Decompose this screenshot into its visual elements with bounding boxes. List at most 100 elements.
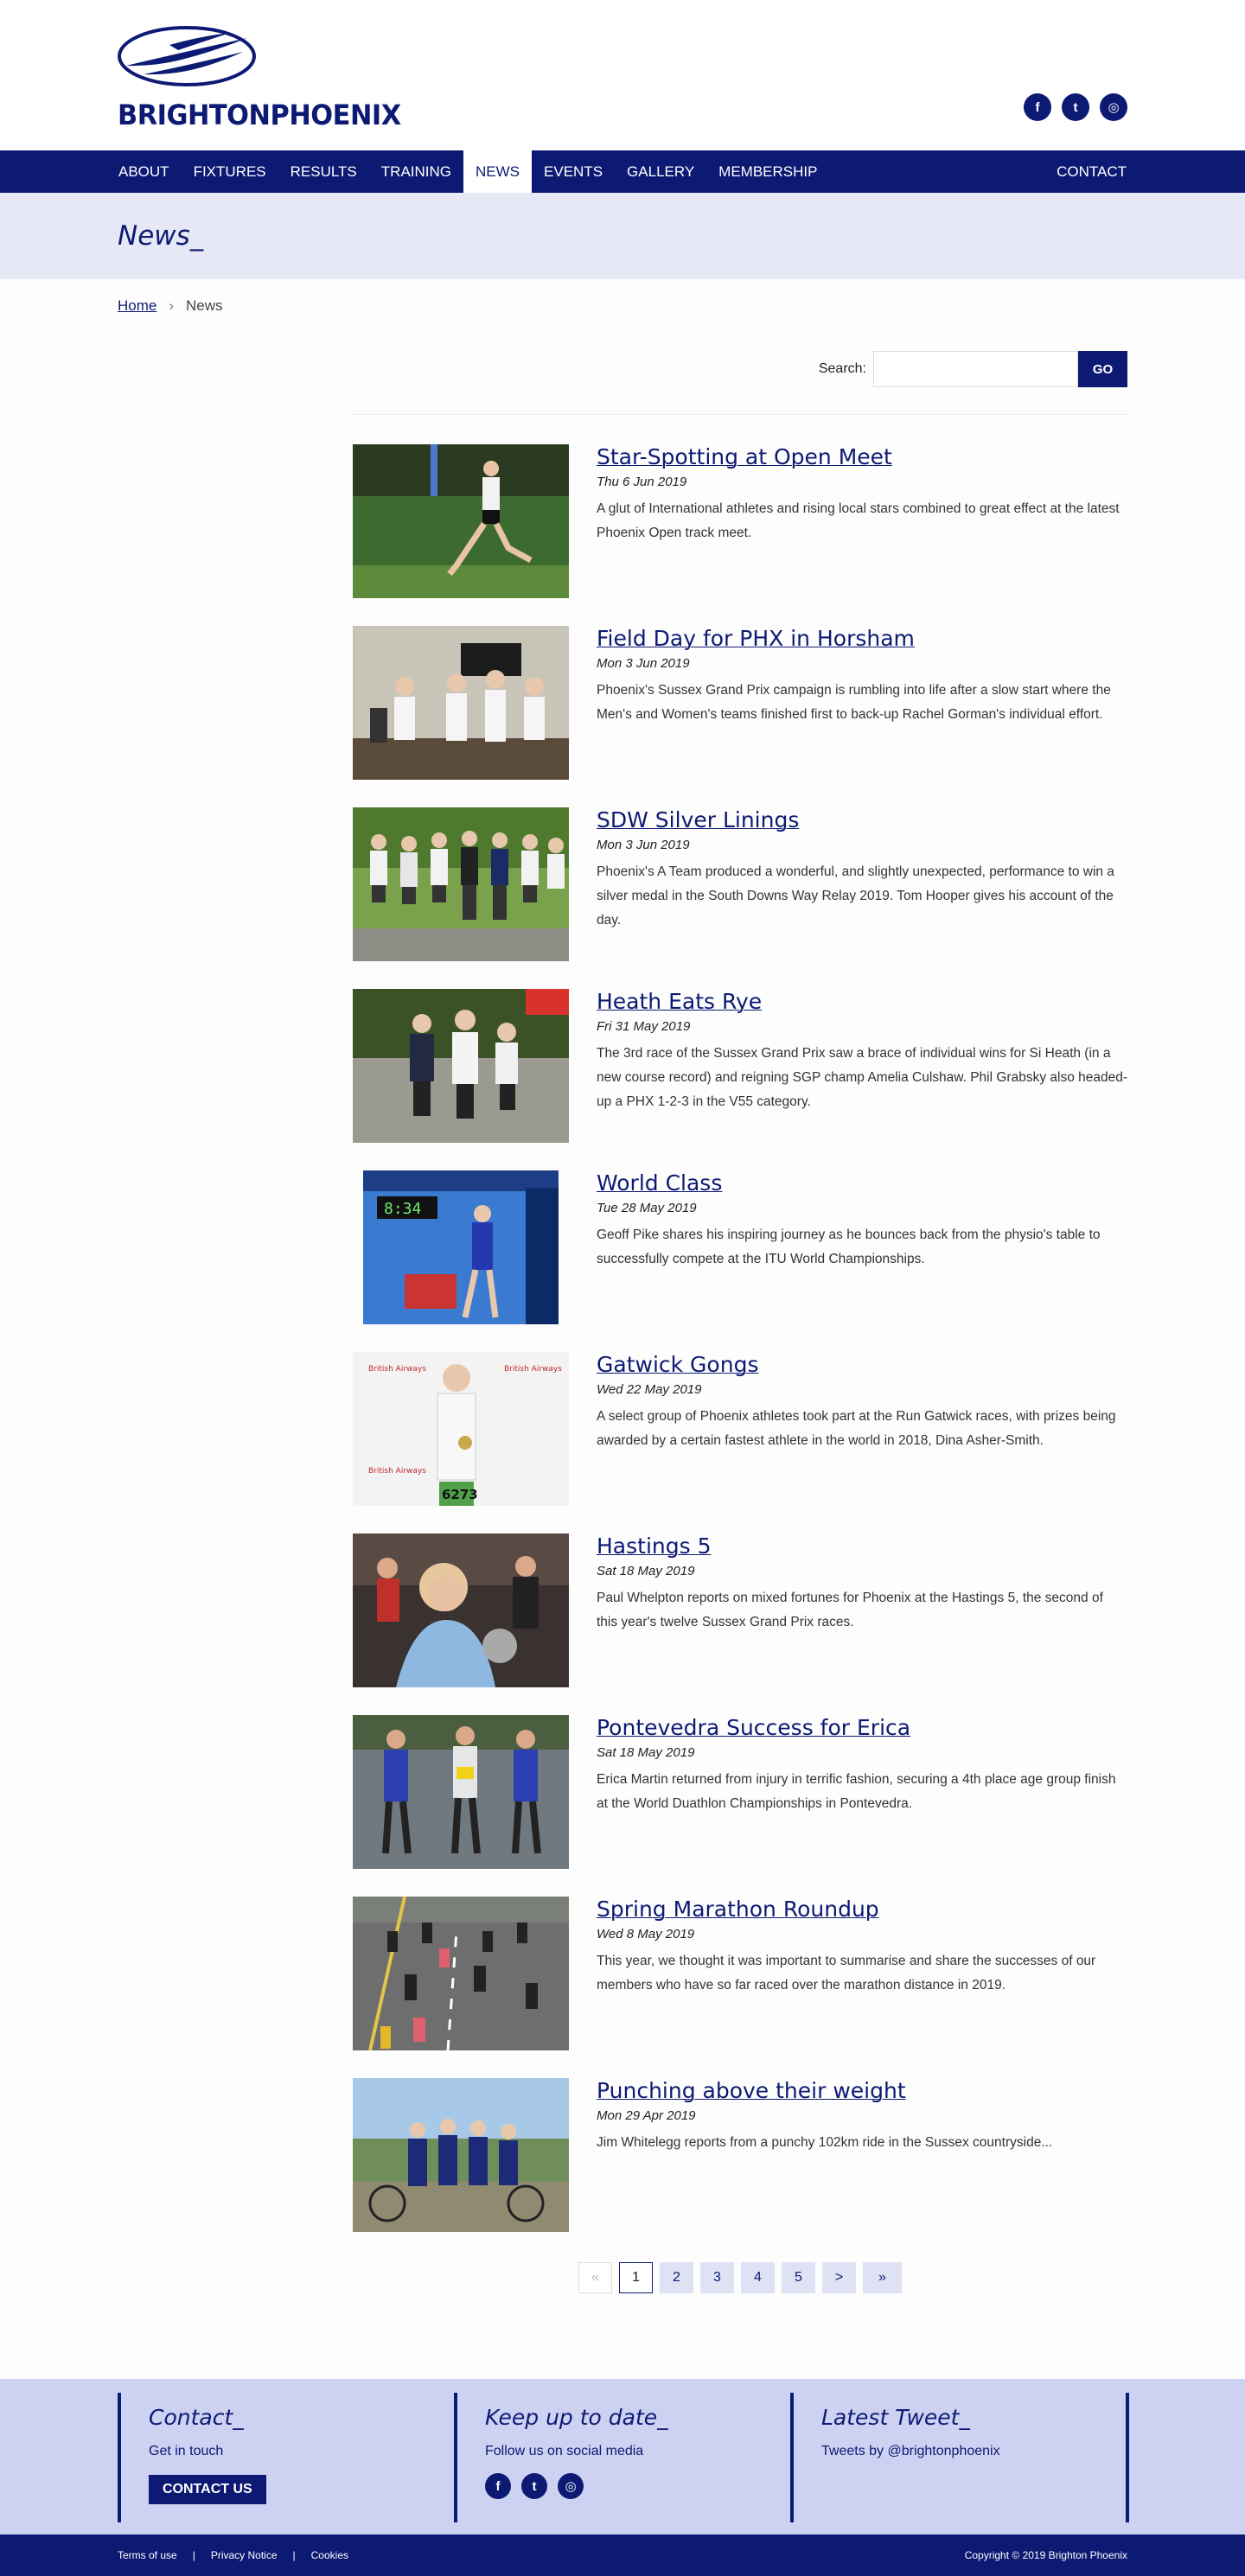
nav-news[interactable]: NEWS: [463, 150, 533, 193]
article-body: Gatwick Gongs Wed 22 May 2019 A select g…: [597, 1352, 1127, 1453]
article-summary: This year, we thought it was important t…: [597, 1954, 1096, 1993]
article-summary: The 3rd race of the Sussex Grand Prix sa…: [597, 1046, 1128, 1109]
article-body: Pontevedra Success for Erica Sat 18 May …: [597, 1715, 1127, 1816]
nav-events[interactable]: EVENTS: [532, 150, 615, 193]
trophy-winners-image: [353, 989, 569, 1143]
twitter-feed-link[interactable]: Tweets by @brightonphoenix: [821, 2444, 1050, 2459]
article-body: Hastings 5 Sat 18 May 2019 Paul Whelpton…: [597, 1533, 1127, 1635]
article-body: World Class Tue 28 May 2019 Geoff Pike s…: [597, 1170, 1127, 1272]
search-go-button[interactable]: GO: [1078, 351, 1127, 387]
article-thumbnail[interactable]: [353, 444, 569, 598]
page-2-button[interactable]: 2: [660, 2262, 693, 2293]
article-body: SDW Silver Linings Mon 3 Jun 2019 Phoeni…: [597, 807, 1127, 933]
footer-updates-text: Follow us on social media: [485, 2444, 644, 2458]
article-title[interactable]: Gatwick Gongs: [597, 1352, 1127, 1378]
article-summary: A glut of International athletes and ris…: [597, 501, 1120, 540]
facebook-icon[interactable]: f: [485, 2473, 511, 2499]
article-item: Punching above their weight Mon 29 Apr 2…: [353, 2078, 1127, 2260]
site-footer: Contact_ Get in touch CONTACT US Keep up…: [0, 2379, 1245, 2535]
facebook-icon[interactable]: f: [1024, 93, 1051, 121]
breadcrumb-home[interactable]: Home: [118, 297, 156, 315]
site-header: BRIGHTONPHOENIX f t ◎: [0, 0, 1245, 150]
footer-links: Terms of use | Privacy Notice | Cookies: [118, 2549, 348, 2561]
article-date: Fri 31 May 2019: [597, 1019, 691, 1034]
article-summary: A select group of Phoenix athletes took …: [597, 1409, 1116, 1448]
article-date: Sat 18 May 2019: [597, 1564, 695, 1578]
article-summary: Phoenix's Sussex Grand Prix campaign is …: [597, 683, 1111, 722]
cookies-link[interactable]: Cookies: [311, 2549, 348, 2561]
article-body: Field Day for PHX in Horsham Mon 3 Jun 2…: [597, 626, 1127, 727]
finish-clock: 8:34: [384, 1200, 421, 1218]
footer-contact-title: Contact_: [149, 2405, 244, 2430]
article-title[interactable]: Spring Marathon Roundup: [597, 1897, 1127, 1922]
article-date: Wed 8 May 2019: [597, 1927, 695, 1942]
page-4-button[interactable]: 4: [741, 2262, 775, 2293]
footer-social-links: f t ◎: [485, 2473, 790, 2499]
sponsor-logo-text: British Airways: [504, 1365, 562, 1374]
hastings-runner-image: [353, 1533, 569, 1687]
divider: [353, 414, 1127, 415]
article-date: Tue 28 May 2019: [597, 1201, 697, 1215]
nav-membership[interactable]: MEMBERSHIP: [706, 150, 829, 193]
nav-contact[interactable]: CONTACT: [1044, 150, 1139, 193]
article-thumbnail[interactable]: [353, 626, 569, 780]
instagram-icon[interactable]: ◎: [1100, 93, 1127, 121]
nav-training[interactable]: TRAINING: [369, 150, 463, 193]
race-bib: 6273: [442, 1487, 478, 1502]
triathlon-finish-image: 8:34: [353, 1170, 569, 1324]
contact-us-button[interactable]: CONTACT US: [149, 2475, 266, 2504]
page-first-button[interactable]: «: [578, 2262, 612, 2293]
article-thumbnail[interactable]: [353, 1533, 569, 1687]
article-title[interactable]: Pontevedra Success for Erica: [597, 1715, 1127, 1741]
page-next-button[interactable]: >: [822, 2262, 856, 2293]
article-title[interactable]: World Class: [597, 1170, 1127, 1196]
article-item: Heath Eats Rye Fri 31 May 2019 The 3rd r…: [353, 989, 1127, 1170]
page-3-button[interactable]: 3: [700, 2262, 734, 2293]
sponsor-logo-text: British Airways: [368, 1467, 426, 1476]
header-social-links: f t ◎: [1024, 93, 1127, 121]
cyclists-group-image: [353, 2078, 569, 2232]
duathlon-runners-image: [353, 1715, 569, 1869]
article-thumbnail[interactable]: 8:34: [353, 1170, 569, 1324]
article-summary: Erica Martin returned from injury in ter…: [597, 1772, 1116, 1811]
article-thumbnail[interactable]: British Airways British Airways British …: [353, 1352, 569, 1506]
search-input[interactable]: [873, 351, 1078, 387]
article-title[interactable]: Field Day for PHX in Horsham: [597, 626, 1127, 652]
nav-about[interactable]: ABOUT: [106, 150, 182, 193]
article-title[interactable]: SDW Silver Linings: [597, 807, 1127, 833]
phoenix-logo-icon: [118, 26, 256, 86]
article-body: Star-Spotting at Open Meet Thu 6 Jun 201…: [597, 444, 1127, 545]
search-form: Search: GO: [819, 351, 1127, 387]
site-logo[interactable]: BRIGHTONPHOENIX: [118, 26, 401, 131]
footer-contact-text: Get in touch: [149, 2444, 224, 2458]
article-thumbnail[interactable]: [353, 807, 569, 961]
runner-on-track-image: [353, 444, 569, 598]
nav-results[interactable]: RESULTS: [278, 150, 369, 193]
link-separator: |: [292, 2549, 296, 2561]
article-title[interactable]: Heath Eats Rye: [597, 989, 1127, 1015]
article-thumbnail[interactable]: [353, 989, 569, 1143]
terms-link[interactable]: Terms of use: [118, 2549, 177, 2561]
article-thumbnail[interactable]: [353, 1897, 569, 2050]
page-last-button[interactable]: »: [863, 2262, 902, 2293]
page-1-button[interactable]: 1: [619, 2262, 653, 2293]
nav-fixtures[interactable]: FIXTURES: [182, 150, 278, 193]
article-title[interactable]: Hastings 5: [597, 1533, 1127, 1559]
page-5-button[interactable]: 5: [782, 2262, 815, 2293]
article-item: SDW Silver Linings Mon 3 Jun 2019 Phoeni…: [353, 807, 1127, 989]
nav-gallery[interactable]: GALLERY: [615, 150, 706, 193]
twitter-icon[interactable]: t: [1062, 93, 1089, 121]
article-item: Star-Spotting at Open Meet Thu 6 Jun 201…: [353, 444, 1127, 626]
brand-name: BRIGHTONPHOENIX: [118, 99, 401, 131]
footer-updates: Keep up to date_ Follow us on social med…: [454, 2393, 790, 2522]
instagram-icon[interactable]: ◎: [558, 2473, 584, 2499]
twitter-icon[interactable]: t: [521, 2473, 547, 2499]
footer-contact: Contact_ Get in touch CONTACT US: [118, 2393, 454, 2522]
article-title[interactable]: Punching above their weight: [597, 2078, 1127, 2104]
article-thumbnail[interactable]: [353, 2078, 569, 2232]
article-summary: Phoenix's A Team produced a wonderful, a…: [597, 864, 1114, 928]
footer-bottom-bar: Terms of use | Privacy Notice | Cookies …: [0, 2535, 1245, 2576]
privacy-link[interactable]: Privacy Notice: [211, 2549, 278, 2561]
article-thumbnail[interactable]: [353, 1715, 569, 1869]
article-title[interactable]: Star-Spotting at Open Meet: [597, 444, 1127, 470]
